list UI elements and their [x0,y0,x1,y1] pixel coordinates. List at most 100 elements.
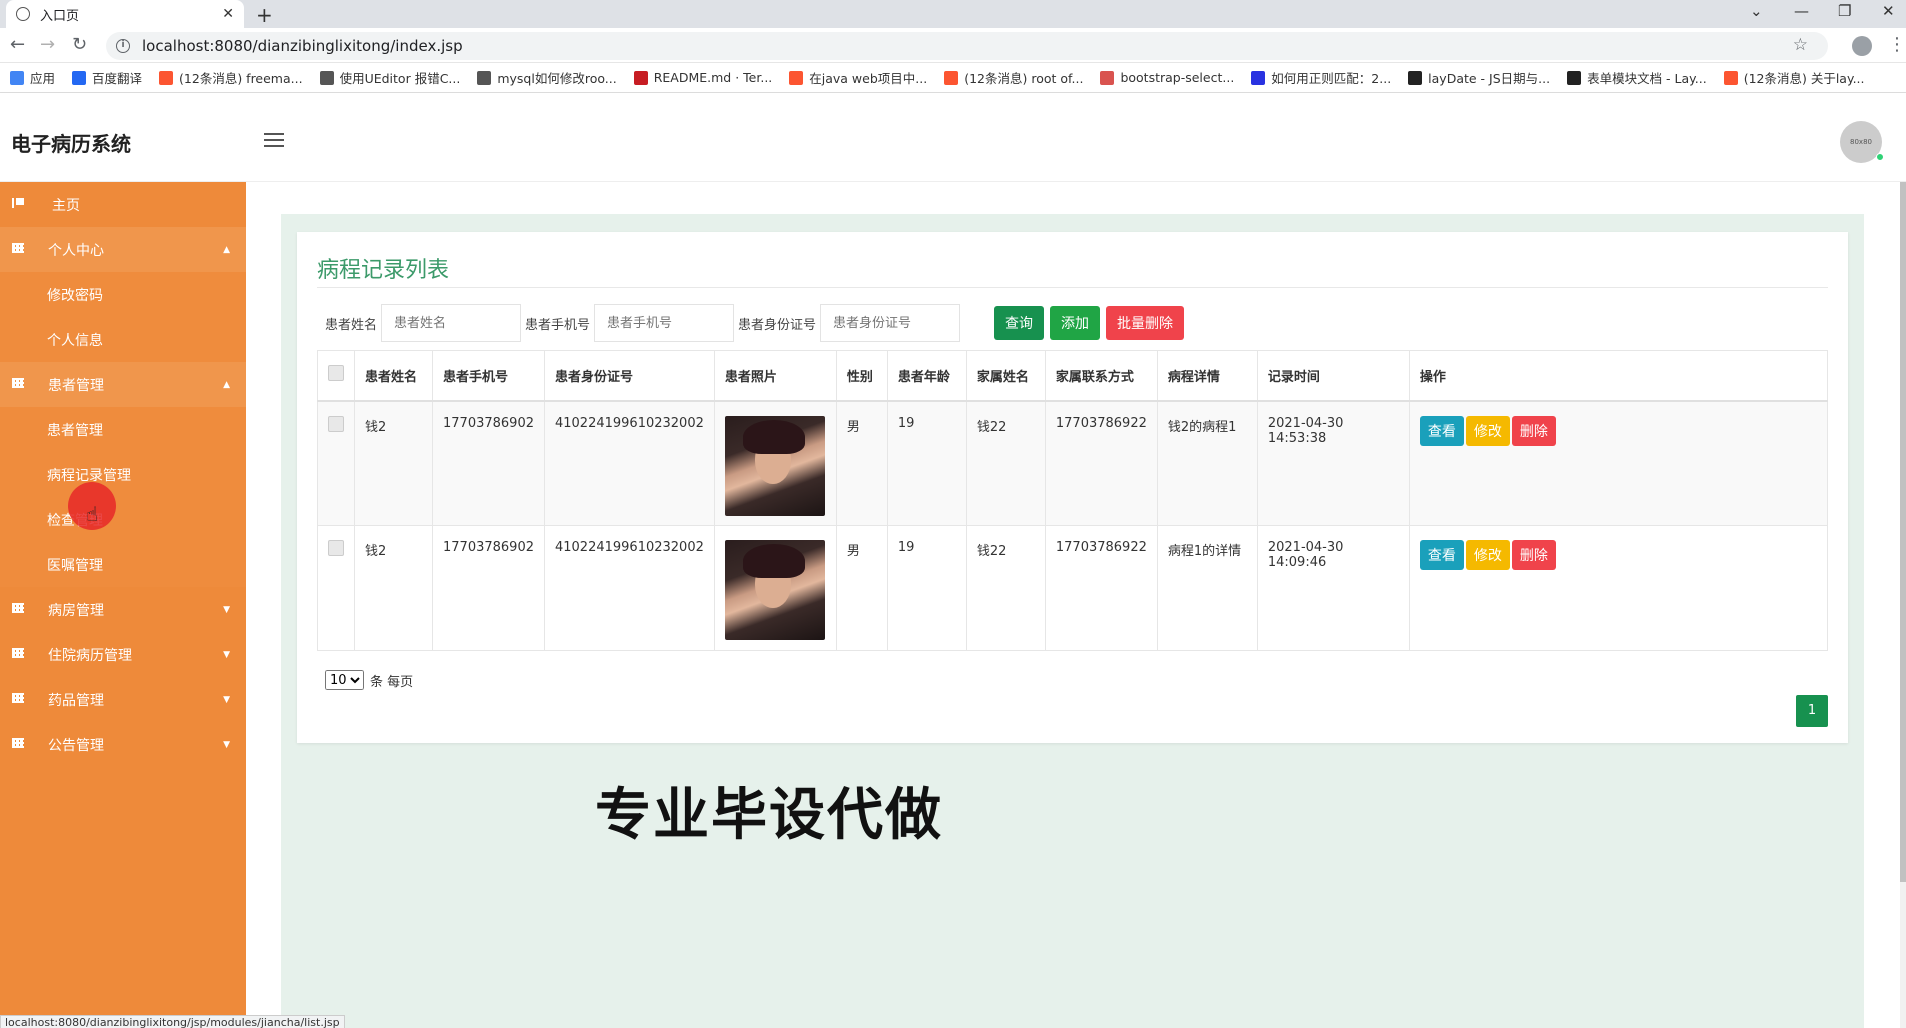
sidebar-item-label: 修改密码 [47,287,103,304]
cell-detail: 钱2的病程1 [1156,400,1258,526]
sidebar-item-patient-mgmt[interactable]: 患者管理 ▲ [0,362,246,407]
bookmark-item[interactable]: bootstrap-select... [1100,70,1234,85]
bookmark-item[interactable]: (12条消息) root of... [944,68,1083,87]
new-tab-icon[interactable]: + [256,3,273,27]
watermark-text: 专业毕设代做 [595,783,943,848]
column-header: 患者照片 [713,350,837,402]
tab-close-icon[interactable]: ✕ [222,6,234,22]
query-button[interactable]: 查询 [994,306,1045,340]
bookmark-item[interactable]: 使用UEditor 报错C... [319,68,460,87]
bookmark-favicon-icon [1100,70,1115,85]
sidebar-item-personal-info[interactable]: 个人信息 [0,317,246,362]
column-header: 性别 [835,350,888,402]
chevron-down-icon: ▼ [223,740,230,750]
page-size-suffix: 条 每页 [370,674,414,690]
grid-icon [12,603,24,613]
view-button[interactable]: 查看 [1419,415,1464,446]
sidebar-item-label: 个人信息 [47,332,103,349]
cell-family-name: 钱22 [965,525,1046,651]
column-header: 病程详情 [1156,350,1258,402]
grid-icon [12,738,24,748]
edit-button[interactable]: 修改 [1465,540,1510,570]
select-all-cell [317,350,355,402]
sidebar-item-label: 医嘱管理 [47,557,103,574]
tab-search-icon[interactable]: ⌄ [1750,2,1763,20]
sidebar-item-patients[interactable]: 患者管理 [0,407,246,452]
sidebar-item-label: 主页 [52,197,80,214]
sidebar-item-orders[interactable]: 医嘱管理 [0,542,246,587]
bookmark-star-icon[interactable]: ☆ [1793,35,1808,55]
sidebar-item-change-password[interactable]: 修改密码 [0,272,246,317]
profile-icon[interactable] [1852,36,1872,56]
bookmark-item[interactable]: README.md · Ter... [633,70,773,85]
bookmark-item[interactable]: 表单模块文档 - Lay... [1567,68,1707,87]
sidebar-item-label: 药品管理 [48,692,104,709]
restore-icon[interactable]: ❐ [1838,2,1851,20]
chevron-down-icon: ▼ [223,605,230,615]
page-scrollbar[interactable] [1900,182,1906,1028]
photo-cell [713,400,837,526]
info-icon[interactable]: i [116,39,130,53]
view-button[interactable]: 查看 [1419,540,1464,570]
app-header: 电子病历系统 80x80 [0,93,1906,182]
browser-tab[interactable]: 入口页 ✕ [6,0,244,28]
name-search-input[interactable] [381,304,522,342]
bookmark-item[interactable]: mysql如何修改roo... [477,68,617,87]
delete-button[interactable]: 删除 [1511,415,1556,446]
minimize-icon[interactable]: — [1794,2,1809,20]
menu-toggle-icon[interactable] [264,133,284,147]
chevron-down-icon: ▼ [223,695,230,705]
bookmark-favicon-icon [633,70,648,85]
id-search-input[interactable] [820,304,961,342]
select-all-checkbox[interactable] [328,365,344,382]
sidebar-item-home[interactable]: 主页 [0,182,246,227]
name-label: 患者姓名 [325,317,378,333]
row-checkbox[interactable] [328,415,344,432]
page-number-button[interactable]: 1 [1796,695,1828,727]
grid-icon [12,693,24,703]
cell-id-card: 410224199610232002 [543,525,715,651]
sidebar-item-notice-mgmt[interactable]: 公告管理 ▼ [0,722,246,767]
sidebar-item-exams[interactable]: 检查管理 [0,497,246,542]
sidebar-item-inpatient-records[interactable]: 住院病历管理 ▼ [0,632,246,677]
grid-icon [12,648,24,658]
bookmark-item[interactable]: layDate - JS日期与... [1408,68,1550,87]
delete-button[interactable]: 删除 [1511,540,1556,570]
edit-button[interactable]: 修改 [1465,415,1510,446]
sidebar-item-label: 个人中心 [48,242,104,259]
bookmark-item[interactable]: (12条消息) 关于lay... [1723,68,1865,87]
bookmark-label: bootstrap-select... [1120,70,1235,85]
cell-id-card: 410224199610232002 [543,400,715,526]
close-window-icon[interactable]: ✕ [1882,2,1895,20]
reload-icon[interactable]: ↻ [72,34,87,55]
add-button[interactable]: 添加 [1050,306,1101,340]
bookmark-item[interactable]: (12条消息) freema... [159,68,303,87]
sidebar-item-course-records[interactable]: 病程记录管理 [0,452,246,497]
forward-icon[interactable]: → [40,34,55,55]
bookmark-item[interactable]: 百度翻译 [72,68,142,87]
grid-icon [12,243,24,253]
url-input[interactable]: i localhost:8080/dianzibinglixitong/inde… [106,32,1828,60]
bookmark-item[interactable]: 应用 [10,68,55,87]
sidebar-item-personal-center[interactable]: 个人中心 ▲ [0,227,246,272]
sidebar-item-ward-mgmt[interactable]: 病房管理 ▼ [0,587,246,632]
bookmark-item[interactable]: 如何用正则匹配：2... [1251,68,1391,87]
sidebar-item-drug-mgmt[interactable]: 药品管理 ▼ [0,677,246,722]
sidebar-item-label: 患者管理 [47,422,103,439]
bookmark-label: 百度翻译 [92,71,143,86]
bookmark-item[interactable]: 在java web项目中... [789,68,927,87]
sidebar-item-label: 公告管理 [48,737,104,754]
bookmark-favicon-icon [10,70,24,85]
back-icon[interactable]: ← [10,34,25,55]
row-checkbox[interactable] [328,540,344,556]
phone-search-input[interactable] [594,304,735,342]
bookmark-label: README.md · Ter... [653,70,773,85]
browser-menu-icon[interactable]: ⋮ [1888,34,1906,55]
cell-age: 19 [886,525,967,651]
cell-name: 钱2 [354,400,433,526]
cell-name: 钱2 [354,525,433,651]
page-size-select[interactable]: 10 [325,670,364,690]
actions-cell: 查看 修改 删除 [1408,400,1829,526]
photo-cell [713,525,837,651]
batch-delete-button[interactable]: 批量删除 [1106,306,1185,340]
